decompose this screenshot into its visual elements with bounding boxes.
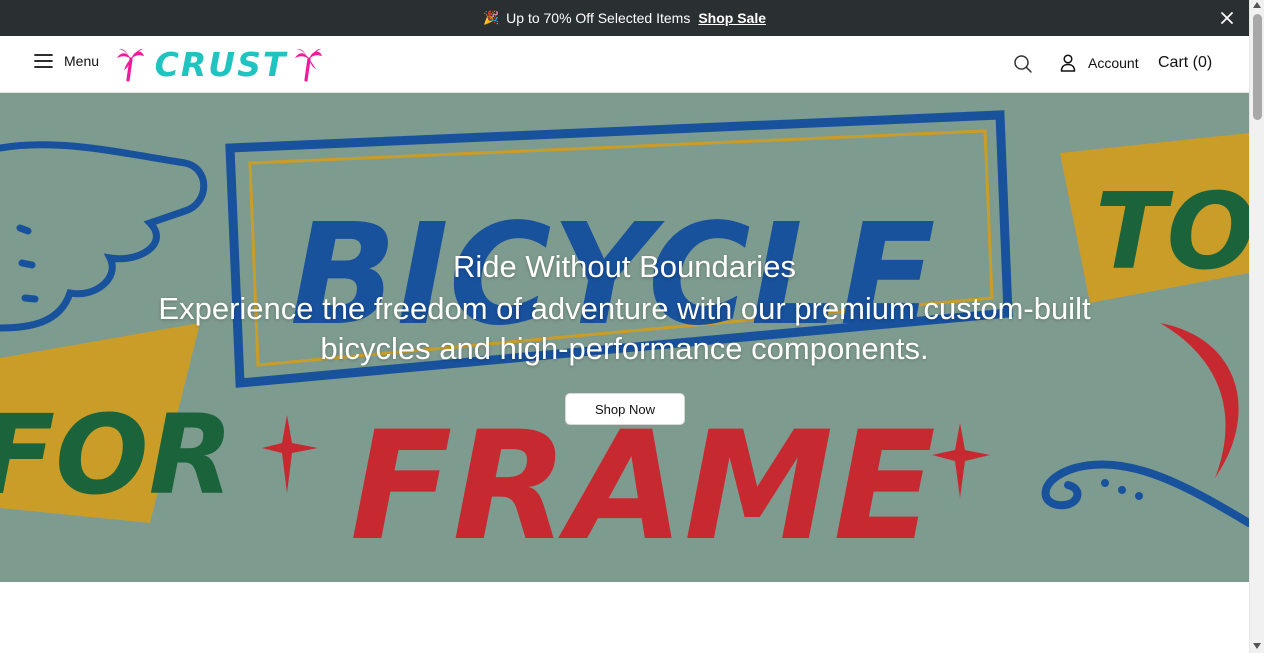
scroll-down-arrow-icon[interactable] (1253, 643, 1261, 649)
party-popper-icon: 🎉 (482, 10, 500, 25)
shop-sale-link[interactable]: Shop Sale (698, 10, 766, 26)
account-label: Account (1088, 55, 1139, 71)
page-scrollbar[interactable] (1249, 0, 1264, 653)
account-link[interactable]: Account (1060, 54, 1139, 72)
hero-title: Ride Without Boundaries (453, 249, 796, 284)
menu-button[interactable]: Menu (34, 53, 99, 69)
page: 🎉 Up to 70% Off Selected Items Shop Sale… (0, 0, 1249, 653)
content-area (0, 582, 1249, 653)
announcement-text: Up to 70% Off Selected Items (506, 10, 691, 26)
hero-banner: BICYCLE TO FOR FRAME Ride Without Bounda… (0, 93, 1249, 582)
logo-text: CRUST (155, 46, 288, 82)
scroll-up-arrow-icon[interactable] (1253, 2, 1261, 8)
shop-now-button[interactable]: Shop Now (565, 393, 685, 425)
user-icon (1060, 54, 1076, 72)
announcement-bar: 🎉 Up to 70% Off Selected Items Shop Sale (0, 0, 1249, 36)
palm-tree-icon (117, 48, 144, 82)
hero-content: Ride Without Boundaries Experience the f… (0, 93, 1249, 582)
cart-link[interactable]: Cart (0) (1158, 54, 1212, 72)
search-icon[interactable] (1013, 54, 1033, 74)
hero-subtitle: Experience the freedom of adventure with… (158, 291, 1091, 366)
hamburger-menu-icon (34, 54, 53, 68)
crust-logo[interactable]: CRUST (116, 46, 324, 82)
menu-label: Menu (64, 53, 100, 69)
scroll-thumb[interactable] (1253, 14, 1262, 120)
palm-tree-icon (295, 48, 322, 82)
site-header: Menu CRUST Account Cart (0) (0, 36, 1249, 93)
close-icon[interactable] (1219, 10, 1235, 26)
